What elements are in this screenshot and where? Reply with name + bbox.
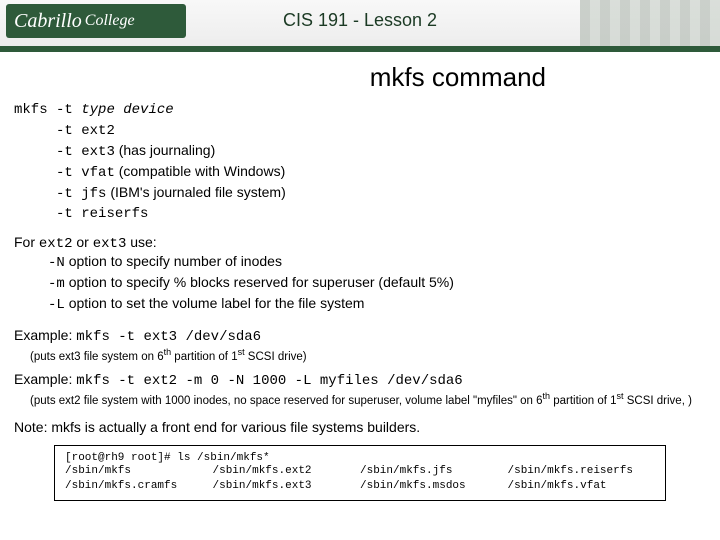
terminal-output: [root@rh9 root]# ls /sbin/mkfs* /sbin/mk… [54,445,666,502]
slide-body: mkfs command mkfs -t type device -t ext2… [0,52,720,511]
option-row: -m option to specify % blocks reserved f… [48,273,706,294]
terminal-col: /sbin/mkfs.ext2 /sbin/mkfs.ext3 [213,464,361,495]
example-heading: Example: mkfs -t ext3 /dev/sda6 [14,327,706,345]
terminal-col: /sbin/mkfs /sbin/mkfs.cramfs [65,464,213,495]
syntax-line: -t jfs (IBM's journaled file system) [14,183,706,204]
option-row: -L option to set the volume label for th… [48,294,706,315]
terminal-col: /sbin/mkfs.reiserfs /sbin/mkfs.vfat [508,464,656,495]
options-intro: For ext2 or ext3 use: [14,234,706,252]
terminal-prompt: [root@rh9 root]# ls /sbin/mkfs* [65,452,655,464]
syntax-line: -t ext2 [14,120,706,141]
example-note: (puts ext2 file system with 1000 inodes,… [30,391,706,407]
example-2: Example: mkfs -t ext2 -m 0 -N 1000 -L my… [14,371,706,407]
syntax-line: -t ext3 (has journaling) [14,141,706,162]
example-1: Example: mkfs -t ext3 /dev/sda6 (puts ex… [14,327,706,363]
header-photo-icon [580,0,720,46]
syntax-line: -t reiserfs [14,203,706,224]
syntax-line: -t vfat (compatible with Windows) [14,162,706,183]
option-row: -N option to specify number of inodes [48,252,706,273]
syntax-line-main: mkfs -t type device [14,99,706,120]
syntax-block: mkfs -t type device -t ext2 -t ext3 (has… [14,99,706,224]
slide-header: Cabrillo College CIS 191 - Lesson 2 [0,0,720,52]
slide-title: mkfs command [14,62,546,93]
example-note: (puts ext3 file system on 6th partition … [30,347,706,363]
footer-note: Note: mkfs is actually a front end for v… [14,419,706,435]
terminal-col: /sbin/mkfs.jfs /sbin/mkfs.msdos [360,464,508,495]
options-block: For ext2 or ext3 use: -N option to speci… [14,234,706,315]
example-heading: Example: mkfs -t ext2 -m 0 -N 1000 -L my… [14,371,706,389]
